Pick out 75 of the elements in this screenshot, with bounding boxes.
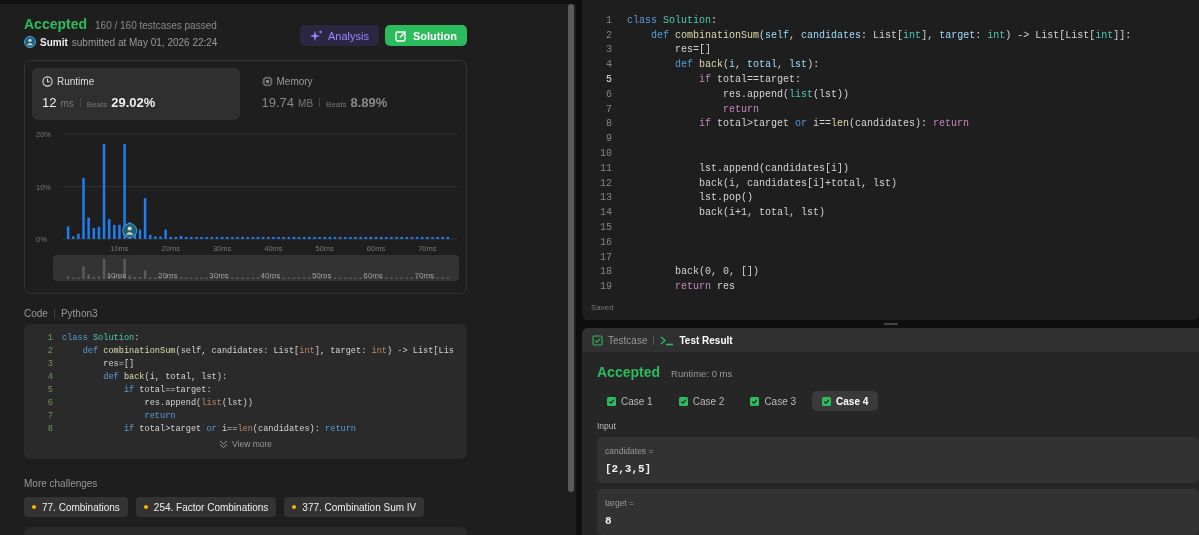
metric-unit: ms	[60, 98, 74, 109]
code-line: back(i, candidates[i]+total, lst)	[698, 177, 898, 189]
save-status: Saved	[590, 303, 615, 313]
testcase-count: 160 / 160 testcases passed	[95, 20, 217, 31]
code-line: def back(i, total, lst):	[674, 59, 820, 71]
axis-label: 40ms	[260, 271, 281, 280]
beats-percent: 8.89%	[350, 95, 388, 110]
metric-unit: MB	[298, 98, 314, 109]
status-text: Accepted	[597, 364, 661, 380]
section-label: Code	[24, 308, 48, 319]
code-line: return	[722, 103, 760, 115]
code-line: back(0, 0, [])	[674, 266, 760, 278]
line-number: 1	[46, 333, 54, 344]
line-number: 18	[599, 266, 613, 278]
metric-value: 19.74	[261, 95, 295, 110]
line-number: 14	[599, 207, 613, 219]
code-line: return	[143, 410, 176, 421]
line-number: 3	[46, 359, 54, 370]
line-number: 4	[46, 372, 54, 383]
line-number: 19	[599, 281, 613, 293]
code-line: return res	[674, 281, 736, 293]
line-number: 6	[605, 88, 613, 100]
code-line: def back(i, total, lst):	[102, 372, 228, 383]
code-line: def combinationSum(self, candidates: List[int], target: int) -> List[List[int]]:	[650, 29, 1132, 41]
line-number: 10	[599, 148, 613, 160]
line-number: 1	[605, 14, 613, 26]
axis-label: 20ms	[158, 271, 178, 280]
code-line: res.append(list(lst))	[722, 88, 850, 100]
line-number: 7	[605, 103, 613, 115]
submission-time: submitted at May 01, 2026 22:24	[71, 36, 218, 48]
line-number: 11	[599, 162, 613, 174]
code-line: back(i+1, total, lst)	[698, 207, 826, 219]
axis-label: 50ms	[311, 271, 332, 280]
status-text: Accepted	[24, 16, 88, 32]
axis-label: 70ms	[414, 271, 435, 280]
line-number: 7	[46, 410, 54, 421]
line-number: 4	[605, 59, 613, 71]
axis-label: 30ms	[209, 271, 229, 280]
line-number: 8	[605, 118, 613, 130]
line-number: 17	[599, 251, 613, 263]
code-line: lst.append(candidates[i])	[698, 162, 850, 174]
line-number: 3	[605, 44, 613, 56]
line-number: 2	[605, 29, 613, 41]
beats-label: Beats	[326, 100, 347, 109]
code-line: class Solution:	[627, 14, 718, 26]
code-line: if total==target:	[122, 385, 212, 395]
line-number: 5	[46, 385, 54, 395]
line-number: 8	[46, 423, 54, 434]
line-number: 12	[599, 177, 613, 189]
line-number: 6	[46, 397, 54, 408]
line-number: 16	[599, 236, 613, 248]
section-label: More challenges	[24, 478, 99, 489]
line-number: 9	[605, 133, 613, 145]
line-number: 5	[605, 74, 613, 86]
metric-value: 12	[42, 95, 57, 110]
metric-label: Runtime	[57, 76, 95, 87]
line-number: 13	[599, 192, 613, 204]
code-line: res.append(list(lst))	[143, 397, 253, 408]
code-line: lst.pop()	[698, 192, 754, 204]
code-line: if total>target or i==len(candidates): return	[698, 118, 970, 130]
code-line: def combinationSum(self, candidates: List[int], target: int) -> List[Lis	[81, 346, 454, 357]
line-number: 2	[46, 346, 54, 357]
axis-label: 60ms	[363, 271, 383, 280]
section-label: Input	[597, 421, 617, 431]
code-line: if total>target or i==len(candidates): return	[122, 423, 356, 434]
code-line: class Solution:	[62, 333, 140, 344]
runtime-text: Runtime: 0 ms	[671, 368, 733, 379]
language-label: Python3	[60, 308, 98, 319]
line-number: 15	[599, 222, 613, 234]
code-line: res=[]	[674, 44, 711, 56]
axis-label: 10ms	[106, 271, 127, 280]
metric-label: Memory	[276, 76, 313, 87]
code-line: if total==target:	[698, 74, 802, 86]
code-line: res=[]	[102, 359, 135, 370]
beats-percent: 29.02%	[111, 95, 156, 110]
